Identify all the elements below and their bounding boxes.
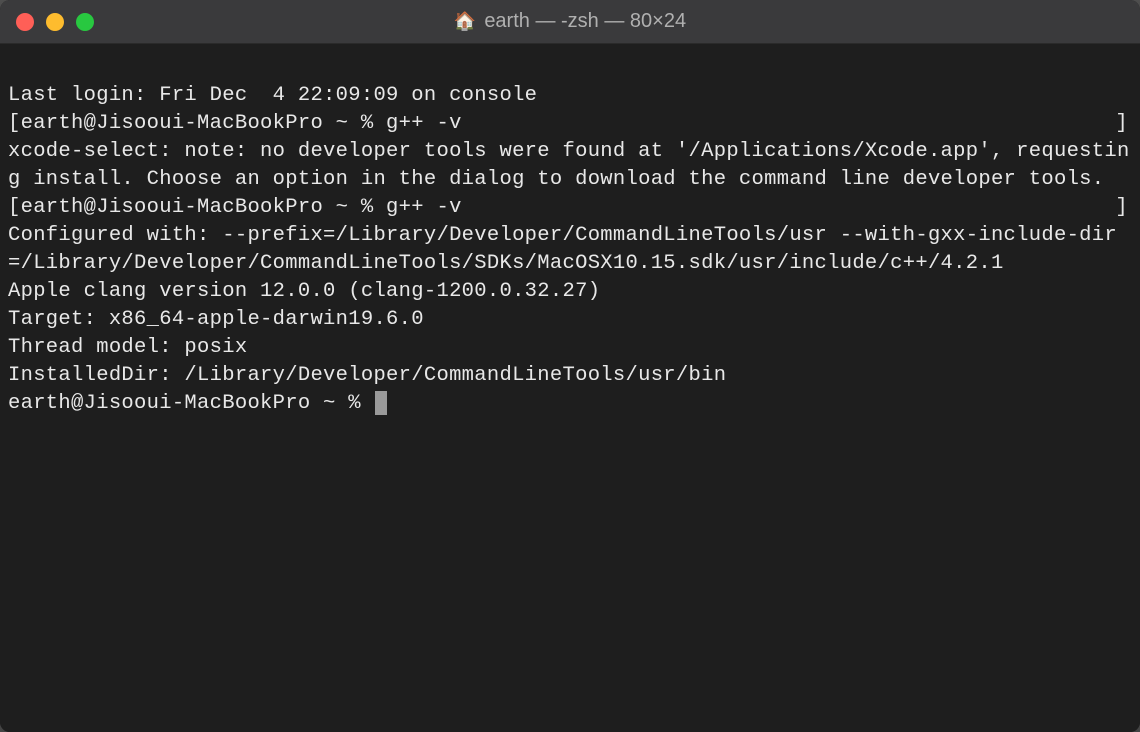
traffic-lights [16,13,94,31]
cursor [375,391,387,415]
right-bracket: ] [1115,110,1128,138]
terminal-window: 🏠 earth — -zsh — 80×24 Last login: Fri D… [0,0,1140,732]
prompt-text: earth@Jisooui-MacBookPro ~ % [8,392,373,415]
terminal-content[interactable]: Last login: Fri Dec 4 22:09:09 on consol… [0,44,1140,732]
output-line: Apple clang version 12.0.0 (clang-1200.0… [8,278,1132,306]
titlebar[interactable]: 🏠 earth — -zsh — 80×24 [0,0,1140,44]
prompt-line: [earth@Jisooui-MacBookPro ~ % g++ -v] [8,110,1132,138]
prompt-text: [earth@Jisooui-MacBookPro ~ % g++ -v [8,196,462,219]
minimize-button[interactable] [46,13,64,31]
window-title: 🏠 earth — -zsh — 80×24 [0,10,1140,33]
output-line: xcode-select: note: no developer tools w… [8,138,1132,194]
output-line: Configured with: --prefix=/Library/Devel… [8,222,1132,278]
close-button[interactable] [16,13,34,31]
zoom-button[interactable] [76,13,94,31]
output-line: InstalledDir: /Library/Developer/Command… [8,362,1132,390]
output-line: Thread model: posix [8,334,1132,362]
output-line: Target: x86_64-apple-darwin19.6.0 [8,306,1132,334]
prompt-line: [earth@Jisooui-MacBookPro ~ % g++ -v] [8,194,1132,222]
prompt-line: earth@Jisooui-MacBookPro ~ % [8,390,1132,418]
home-icon: 🏠 [454,11,476,32]
output-line: Last login: Fri Dec 4 22:09:09 on consol… [8,82,1132,110]
window-title-text: earth — -zsh — 80×24 [484,10,686,33]
prompt-text: [earth@Jisooui-MacBookPro ~ % g++ -v [8,112,462,135]
right-bracket: ] [1115,194,1128,222]
